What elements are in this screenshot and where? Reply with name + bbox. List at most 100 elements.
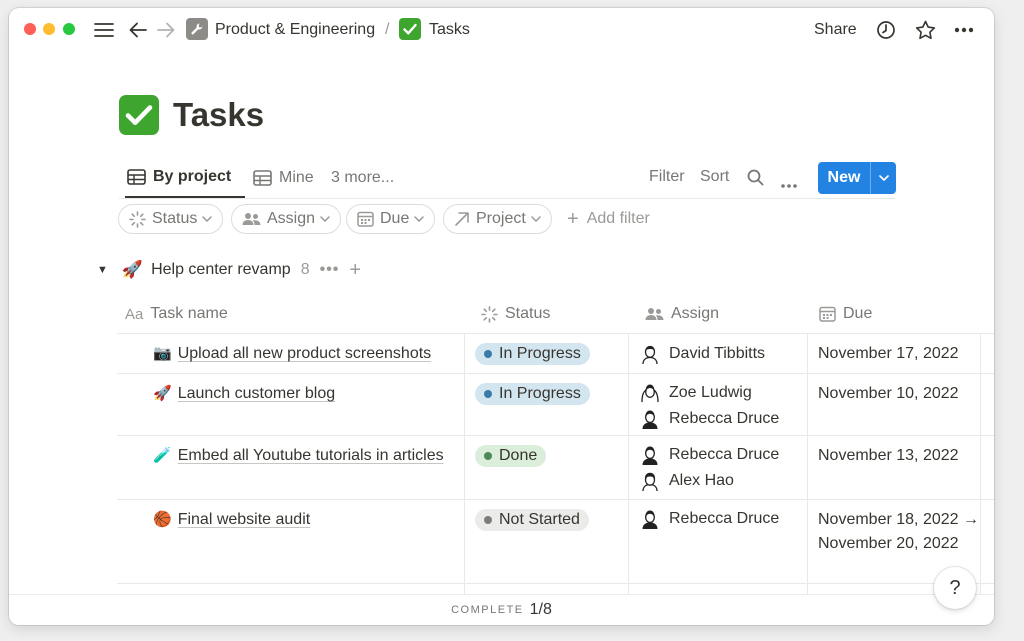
- task-emoji: 🧪: [153, 447, 172, 464]
- favorite-star-icon[interactable]: [914, 19, 936, 41]
- breadcrumb-separator: /: [385, 21, 390, 38]
- task-name-cell[interactable]: 🚀 Launch customer blog: [153, 382, 453, 406]
- group-add-icon[interactable]: +: [349, 259, 361, 282]
- task-name[interactable]: Embed all Youtube tutorials in articles: [178, 447, 444, 464]
- close-window-button[interactable]: [24, 23, 36, 35]
- status-badge[interactable]: Done: [475, 445, 547, 467]
- table-row[interactable]: 📷 Upload all new product screenshots In P…: [117, 334, 994, 374]
- app-window: Product & Engineering / Tasks Share Task…: [9, 8, 994, 625]
- column-header-label: Due: [843, 305, 873, 322]
- task-name-cell[interactable]: 📷 Upload all new product screenshots: [153, 342, 453, 366]
- assignee[interactable]: David Tibbitts: [639, 341, 765, 367]
- new-button-label: New: [827, 169, 861, 186]
- more-views-button[interactable]: 3 more...: [331, 158, 394, 198]
- column-header-due[interactable]: Due: [811, 294, 872, 334]
- group-name[interactable]: Help center revamp: [151, 261, 291, 279]
- group-more-icon[interactable]: •••: [320, 261, 340, 279]
- calculation-label: COMPLETE: [451, 604, 524, 616]
- due-date[interactable]: November 17, 2022: [818, 342, 988, 366]
- assignee[interactable]: Alex Hao: [639, 468, 734, 494]
- calendar-icon: [819, 306, 836, 322]
- assignee[interactable]: Rebecca Druce: [639, 442, 779, 468]
- view-options-icon[interactable]: [781, 175, 797, 193]
- group-count: 8: [300, 261, 310, 278]
- table-icon: [127, 169, 146, 185]
- filter-button[interactable]: Filter: [649, 168, 685, 186]
- chevron-down-icon[interactable]: [870, 162, 896, 194]
- collapse-triangle-icon[interactable]: ▼: [97, 264, 108, 276]
- filter-pill-status[interactable]: Status: [118, 204, 224, 234]
- status-dot: [484, 390, 492, 398]
- avatar: [639, 444, 661, 466]
- assignee-name: David Tibbitts: [669, 345, 766, 362]
- table-row[interactable]: 🏀 Final website audit Not Started Rebecca…: [117, 500, 994, 584]
- task-emoji: 📷: [153, 345, 172, 362]
- filter-pill-due[interactable]: Due: [346, 204, 436, 234]
- due-date[interactable]: November 10, 2022: [818, 382, 988, 406]
- chevron-down-icon: [531, 216, 541, 222]
- people-icon: [242, 213, 261, 225]
- status-badge[interactable]: Not Started: [475, 509, 589, 531]
- status-label: In Progress: [499, 345, 581, 362]
- assignee-name: Alex Hao: [669, 472, 734, 489]
- column-header-assign[interactable]: Assign: [637, 294, 719, 334]
- add-filter-button[interactable]: + Add filter: [567, 204, 650, 234]
- share-button[interactable]: Share: [814, 20, 857, 40]
- tab-by-project[interactable]: By project: [125, 158, 245, 198]
- task-name[interactable]: Final website audit: [178, 511, 311, 528]
- views-divider: [119, 198, 895, 199]
- avatar: [639, 382, 661, 404]
- task-name-cell[interactable]: 🧪 Embed all Youtube tutorials in articles: [153, 444, 453, 468]
- due-date[interactable]: November 18, 2022 → November 20, 2022: [818, 508, 988, 556]
- tab-mine[interactable]: Mine: [253, 158, 314, 198]
- table-row[interactable]: 🚀 Launch customer blog In Progress Zoe Lu…: [117, 374, 994, 436]
- arrow-up-right-icon: [455, 212, 469, 226]
- page-title[interactable]: Tasks: [173, 96, 264, 134]
- due-date[interactable]: November 13, 2022: [818, 444, 988, 468]
- chevron-down-icon: [202, 216, 213, 222]
- avatar: [639, 343, 661, 365]
- assignee[interactable]: Rebecca Druce: [639, 506, 779, 532]
- people-icon: [645, 308, 664, 320]
- new-button[interactable]: New: [818, 162, 896, 194]
- forward-arrow-icon[interactable]: [155, 19, 177, 41]
- column-header-label: Task name: [150, 305, 228, 322]
- task-name-cell[interactable]: 🏀 Final website audit: [153, 508, 453, 532]
- maximize-window-button[interactable]: [63, 23, 75, 35]
- search-icon[interactable]: [747, 169, 764, 191]
- more-options-icon[interactable]: [953, 19, 975, 41]
- wrench-icon: [186, 18, 208, 40]
- task-name[interactable]: Upload all new product screenshots: [178, 345, 431, 362]
- help-button[interactable]: ?: [934, 567, 976, 609]
- assignee-name: Zoe Ludwig: [669, 384, 752, 401]
- page-check-mark-icon[interactable]: [119, 95, 159, 135]
- task-name[interactable]: Launch customer blog: [178, 385, 335, 402]
- column-header-task-name[interactable]: Aa Task name: [117, 294, 228, 334]
- filter-pill-assign-label: Assign: [267, 210, 316, 227]
- status-badge[interactable]: In Progress: [475, 343, 590, 365]
- assignee-name: Rebecca Druce: [669, 410, 780, 427]
- minimize-window-button[interactable]: [43, 23, 55, 35]
- status-label: Done: [499, 447, 538, 464]
- avatar: [639, 470, 661, 492]
- breadcrumb-workspace[interactable]: Product & Engineering: [215, 20, 375, 40]
- filter-pill-due-label: Due: [380, 210, 410, 227]
- back-arrow-icon[interactable]: [127, 19, 149, 41]
- status-icon: [129, 210, 146, 228]
- status-label: Not Started: [499, 511, 580, 528]
- view-bar: By project Mine 3 more... Filter Sort Ne…: [119, 158, 899, 198]
- filter-pill-assign[interactable]: Assign: [231, 204, 342, 234]
- table-row[interactable]: 🧪 Embed all Youtube tutorials in articles…: [117, 436, 994, 500]
- chevron-down-icon: [320, 216, 330, 222]
- assignee-name: Rebecca Druce: [669, 510, 780, 527]
- assignee[interactable]: Rebecca Druce: [639, 406, 779, 432]
- history-clock-icon[interactable]: [875, 19, 897, 41]
- sidebar-menu-icon[interactable]: [93, 19, 115, 41]
- breadcrumb-page[interactable]: Tasks: [429, 20, 470, 40]
- assignee[interactable]: Zoe Ludwig: [639, 380, 752, 406]
- column-header-status[interactable]: Status: [473, 294, 550, 334]
- sort-button[interactable]: Sort: [700, 168, 729, 186]
- status-badge[interactable]: In Progress: [475, 383, 590, 405]
- filter-pill-project[interactable]: Project: [443, 204, 552, 234]
- calculation-value[interactable]: 1/8: [530, 601, 552, 619]
